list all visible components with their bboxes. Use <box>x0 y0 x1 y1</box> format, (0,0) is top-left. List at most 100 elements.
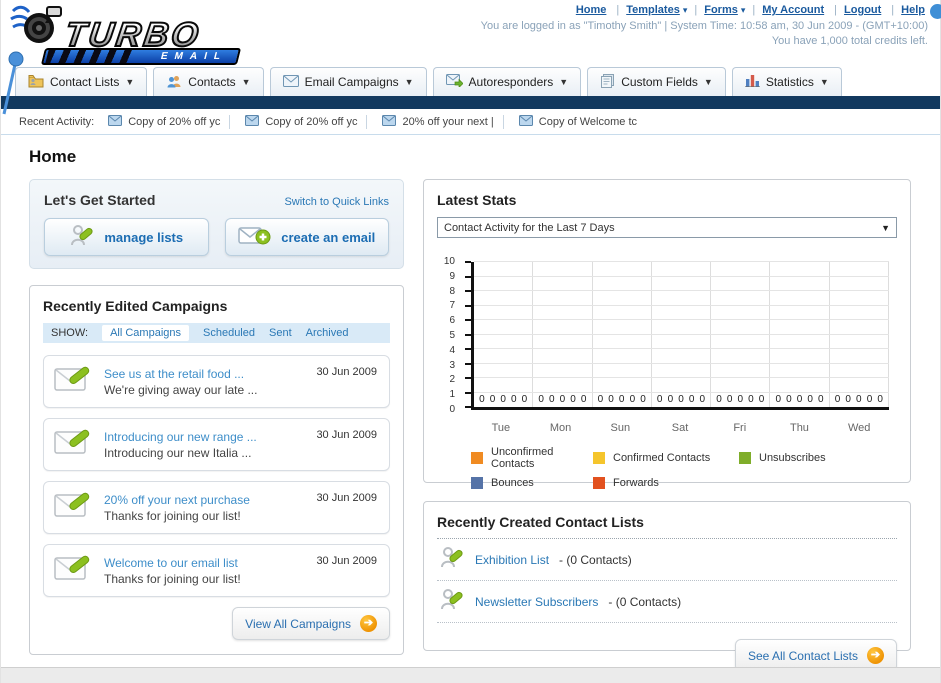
envelope-icon <box>518 114 533 129</box>
bar-value-label: 0 <box>500 394 506 405</box>
utility-nav-item[interactable]: My Account <box>745 4 827 16</box>
campaigns-filter-bar: SHOW: All Campaigns Scheduled Sent Archi… <box>43 323 390 343</box>
recently-edited-campaigns-panel: Recently Edited Campaigns SHOW: All Camp… <box>29 285 404 655</box>
nav-tab[interactable]: Custom Fields ▼ <box>587 67 726 96</box>
latest-stats-title: Latest Stats <box>437 192 517 208</box>
nav-tab[interactable]: Email Campaigns ▼ <box>269 67 427 96</box>
bar-value-label: 0 <box>570 394 576 405</box>
bar-value-label: 0 <box>856 394 862 405</box>
gridline <box>474 362 889 364</box>
utility-nav-item[interactable]: Help <box>884 4 928 16</box>
arrow-right-icon: ➔ <box>867 647 884 664</box>
contact-list-link[interactable]: Newsletter Subscribers <box>475 595 598 609</box>
custom-fields-icon <box>600 73 615 91</box>
campaign-subtitle: Thanks for joining our list! <box>104 508 241 523</box>
login-line: You are logged in as "Timothy Smith" | S… <box>480 20 928 32</box>
header-top-right: Home Templates ▾ Forms ▾ My Accoun <box>481 4 928 49</box>
y-tick-mark <box>465 377 471 379</box>
left-column: Let's Get Started Switch to Quick Links <box>29 179 404 655</box>
utility-nav-item[interactable]: Forms ▾ <box>687 4 745 16</box>
y-tick-mark <box>465 261 471 263</box>
utility-nav-link: Forms <box>704 4 738 16</box>
campaign-title-link[interactable]: See us at the retail food ... <box>104 366 257 382</box>
login-info: You are logged in as "Timothy Smith" | S… <box>481 19 928 49</box>
y-tick-mark <box>465 304 471 307</box>
campaigns-panel-title: Recently Edited Campaigns <box>43 298 228 314</box>
bar-value-label: 0 <box>834 394 841 405</box>
manage-lists-button[interactable]: manage lists <box>44 218 209 256</box>
campaign-title-link[interactable]: Welcome to our email list <box>104 555 241 571</box>
legend-swatch <box>593 477 605 489</box>
create-email-button[interactable]: create an email <box>224 218 389 256</box>
latest-stats-panel: Latest Stats Contact Activity for the La… <box>423 179 911 489</box>
gridline <box>474 391 889 393</box>
recent-activity-item[interactable]: 20% off your next | <box>357 114 494 129</box>
campaign-item[interactable]: Welcome to our email list Thanks for joi… <box>43 544 390 597</box>
y-tick-label: 2 <box>449 374 455 386</box>
envelope-pencil-icon <box>54 427 94 462</box>
bar-value-label: 0 <box>629 394 636 405</box>
legend-swatch <box>471 452 483 464</box>
logo-stripes <box>45 50 137 63</box>
utility-nav-item[interactable]: Home <box>576 4 610 16</box>
right-column: Latest Stats Contact Activity for the La… <box>423 179 911 672</box>
y-tick-label: 7 <box>449 300 455 312</box>
campaign-date: 30 Jun 2009 <box>316 366 377 378</box>
recent-activity-item[interactable]: Copy of Welcome tc <box>494 114 637 129</box>
legend-swatch <box>471 477 483 489</box>
credits-line: You have 1,000 total credits left. <box>771 35 928 47</box>
campaign-title-link[interactable]: Introducing our new range ... <box>104 429 257 445</box>
campaign-title-link[interactable]: 20% off your next purchase <box>104 492 250 508</box>
nav-tab[interactable]: Contact Lists ▼ <box>15 67 148 96</box>
y-tick-label: 3 <box>449 359 455 371</box>
chart-x-axis-labels: Tue Mon Sun Sat Fri Thu Wed <box>471 422 889 434</box>
bar-value-label: 0 <box>580 394 587 405</box>
gridline <box>474 348 889 349</box>
campaign-item[interactable]: Introducing our new range ... Introducin… <box>43 418 390 471</box>
recent-activity-bar: Recent Activity: Copy of 20% off yc Copy… <box>1 109 940 135</box>
campaign-item[interactable]: 20% off your next purchase Thanks for jo… <box>43 481 390 534</box>
bar-value-label: 0 <box>796 394 803 405</box>
campaign-filter[interactable]: Sent <box>269 327 292 339</box>
autoresponders-icon <box>445 74 464 90</box>
get-started-title: Let's Get Started <box>44 192 156 208</box>
bar-value-label: 0 <box>678 394 684 405</box>
contact-list-item[interactable]: Exhibition List - (0 Contacts) <box>437 539 897 581</box>
legend-item: Unconfirmed Contacts <box>471 446 593 470</box>
y-tick-mark <box>465 391 471 394</box>
utility-nav-item[interactable]: Templates ▾ <box>609 4 687 16</box>
bar-value-label: 0 <box>511 394 517 405</box>
get-started-panel: Let's Get Started Switch to Quick Links <box>29 179 404 269</box>
view-all-campaigns-button[interactable]: View All Campaigns ➔ <box>232 607 390 640</box>
campaign-subtitle: Introducing our new Italia ... <box>104 445 252 460</box>
contact-list-items: Exhibition List - (0 Contacts) Newslette… <box>437 539 897 623</box>
legend-label: Confirmed Contacts <box>613 452 711 464</box>
nav-tab[interactable]: Contacts ▼ <box>153 67 264 96</box>
recent-activity-item[interactable]: Copy of 20% off yc <box>220 114 357 129</box>
campaign-filter[interactable]: Archived <box>306 327 349 339</box>
envelope-icon <box>245 114 260 129</box>
chart-day-column: 00000 <box>474 262 534 407</box>
gridline <box>474 275 889 277</box>
contact-list-item[interactable]: Newsletter Subscribers - (0 Contacts) <box>437 581 897 623</box>
y-tick-mark <box>465 275 471 278</box>
utility-nav-item[interactable]: Logout <box>827 4 884 16</box>
nav-tab[interactable]: Statistics ▼ <box>731 67 842 96</box>
envelope-pencil-icon <box>54 364 94 399</box>
envelope-icon <box>108 114 123 129</box>
envelope-plus-icon <box>238 224 272 251</box>
campaign-filter[interactable]: All Campaigns <box>102 325 189 341</box>
campaign-filter[interactable]: Scheduled <box>203 327 255 339</box>
nav-tab[interactable]: Autoresponders ▼ <box>432 67 582 96</box>
switch-quick-links[interactable]: Switch to Quick Links <box>284 196 389 208</box>
person-pencil-icon <box>439 545 465 574</box>
bar-value-label: 0 <box>775 394 782 405</box>
contact-list-link[interactable]: Exhibition List <box>475 553 549 567</box>
legend-item: Bounces <box>471 477 593 489</box>
person-pencil-icon <box>69 223 95 252</box>
stats-period-select[interactable]: Contact Activity for the Last 7 Days ▼ <box>437 217 897 238</box>
recent-activity-item[interactable]: Copy of 20% off yc <box>108 114 220 129</box>
campaign-item[interactable]: See us at the retail food ... We're givi… <box>43 355 390 408</box>
chart-day-column: 00000 <box>830 262 889 407</box>
footer-strip <box>1 667 940 683</box>
